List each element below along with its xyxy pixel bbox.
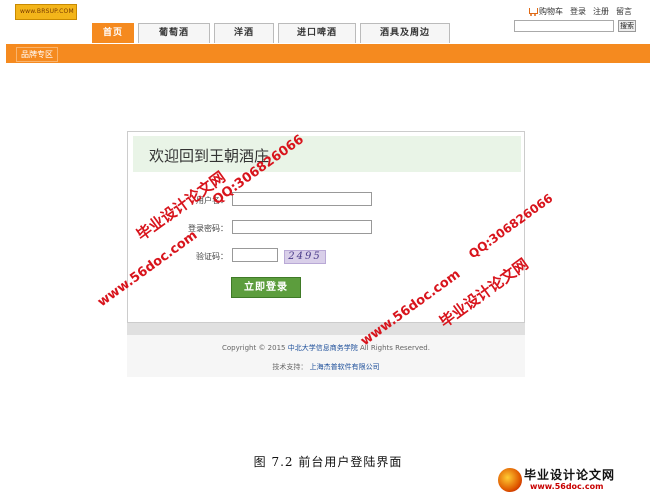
brand-mark-title: 毕业设计论文网 [524,468,616,482]
tab-wine[interactable]: 葡萄酒 [138,23,210,43]
nav-bar: 品牌专区 [6,44,650,63]
captcha-input[interactable] [232,248,278,262]
footer-divider [127,323,525,335]
password-label: 登录密码： [188,224,228,233]
top-links: 购物车 登录 注册 留言 [528,6,632,17]
login-button[interactable]: 立即登录 [231,277,301,298]
search-input[interactable] [514,20,614,32]
username-input[interactable] [232,192,372,206]
brand-swirl-icon [498,468,522,492]
main-nav-tabs: 首页 葡萄酒 洋酒 进口啤酒 酒具及周边 [92,23,450,43]
register-link[interactable]: 注册 [593,6,609,17]
support-label: 技术支持： [272,363,308,371]
welcome-title: 欢迎回到王朝酒庄 [149,147,270,165]
welcome-bar: 欢迎回到王朝酒庄 [133,136,521,172]
search-button[interactable]: 搜索 [618,20,636,32]
message-link[interactable]: 留言 [616,6,632,17]
copyright-org[interactable]: 中北大学信息商务学院 [288,344,358,352]
logo-text: www.BRSUP.COM [20,8,74,15]
cart-icon [528,7,538,16]
tab-accessories[interactable]: 酒具及周边 [360,23,450,43]
captcha-image[interactable]: 2495 [284,250,326,264]
login-link[interactable]: 登录 [570,6,586,17]
tab-home[interactable]: 首页 [92,23,134,43]
support-line: 技术支持： 上海杰普软件有限公司 [127,362,525,372]
footer: Copyright © 2015 中北大学信息商务学院 All Rights R… [127,335,525,377]
brand-mark-url: www.56doc.com [530,482,604,491]
support-org[interactable]: 上海杰普软件有限公司 [310,363,380,371]
tab-imported-beer[interactable]: 进口啤酒 [278,23,356,43]
password-input[interactable] [232,220,372,234]
copyright-prefix: Copyright © 2015 [222,344,286,352]
cart-label: 购物车 [539,7,563,16]
tab-spirits[interactable]: 洋酒 [214,23,274,43]
brand-mark: 毕业设计论文网 www.56doc.com [498,466,648,494]
brand-zone-link[interactable]: 品牌专区 [16,47,58,62]
copyright-line: Copyright © 2015 中北大学信息商务学院 All Rights R… [127,343,525,353]
site-logo[interactable]: www.BRSUP.COM [15,4,77,20]
cart-link[interactable]: 购物车 [528,6,563,17]
